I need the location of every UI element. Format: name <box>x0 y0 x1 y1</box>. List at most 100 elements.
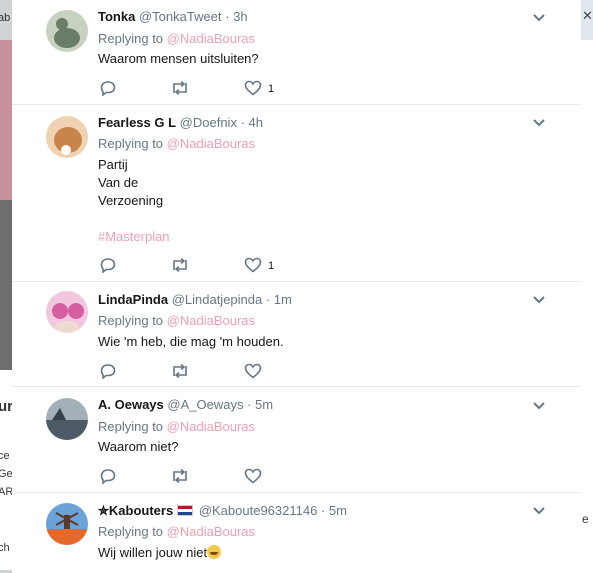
tweet[interactable]: Fearless G L @Doefnix · 4h Replying to @… <box>12 104 581 282</box>
avatar[interactable] <box>46 10 88 52</box>
display-name[interactable]: LindaPinda <box>98 292 168 307</box>
avatar-image <box>46 10 88 52</box>
handle[interactable]: @Doefnix <box>180 115 237 130</box>
mention-link[interactable]: @NadiaBouras <box>167 313 255 328</box>
chevron-down-icon[interactable] <box>532 13 546 23</box>
avatar-image <box>46 291 88 333</box>
tweet-text: Wij willen jouw niet <box>98 543 222 563</box>
replying-to: Replying to @NadiaBouras <box>98 524 255 539</box>
replying-to: Replying to @NadiaBouras <box>98 136 255 151</box>
tweet-header: A. Oeways @A_Oeways · 5m <box>98 397 273 412</box>
avatar-figure <box>46 529 88 545</box>
mention-link[interactable]: @NadiaBouras <box>167 31 255 46</box>
display-name[interactable]: A. Oeways <box>98 397 164 412</box>
background-page-right: ✕ e <box>581 0 593 573</box>
avatar-figure <box>54 28 80 48</box>
retweet-icon[interactable] <box>170 468 190 484</box>
avatar-figure <box>52 303 68 319</box>
tweet-line: Waarom niet? <box>98 439 179 454</box>
retweet-icon[interactable] <box>170 80 190 96</box>
tweet-line: Wie 'm heb, die mag 'm houden. <box>98 334 284 349</box>
avatar[interactable] <box>46 503 88 545</box>
like-count: 1 <box>268 260 275 272</box>
avatar-figure <box>56 18 68 30</box>
handle[interactable]: @TonkaTweet <box>139 9 222 24</box>
flag-icon <box>177 505 194 516</box>
tweet[interactable]: ✮Kabouters @Kaboute96321146 · 5m Replyin… <box>12 492 581 573</box>
retweet-icon[interactable] <box>170 363 190 379</box>
tweet-header: ✮Kabouters @Kaboute96321146 · 5m <box>98 503 347 519</box>
tweet-line: Van de <box>98 175 139 190</box>
avatar-figure <box>55 321 79 333</box>
tweet-line-text: Wij willen jouw niet <box>98 545 208 560</box>
tweet-text: Waarom niet? <box>98 437 178 457</box>
background-text-fragment: AR <box>0 486 12 498</box>
avatar-figure <box>68 303 84 319</box>
timestamp[interactable]: · 5m <box>321 503 347 518</box>
timestamp[interactable]: · 3h <box>225 9 247 24</box>
background-text-fragment: ab <box>0 12 11 24</box>
tweet[interactable]: LindaPinda @Lindatjepinda · 1m Replying … <box>12 281 581 387</box>
background-banner <box>0 40 12 200</box>
mention-link[interactable]: @NadiaBouras <box>167 419 255 434</box>
replying-to-label: Replying to <box>98 419 164 434</box>
replying-to: Replying to @NadiaBouras <box>98 31 255 46</box>
replying-to-label: Replying to <box>98 524 164 539</box>
tweet[interactable]: A. Oeways @A_Oeways · 5m Replying to @Na… <box>12 386 581 493</box>
replying-to: Replying to @NadiaBouras <box>98 419 255 434</box>
tweet-line: Verzoening <box>98 193 164 208</box>
timestamp[interactable]: · 5m <box>247 397 273 412</box>
mention-link[interactable]: @NadiaBouras <box>167 524 255 539</box>
retweet-icon[interactable] <box>170 257 190 273</box>
tweet-line: Partij <box>98 157 128 172</box>
background-page-left: ab ur ce Ge AR ch <box>0 0 12 573</box>
like-count: 1 <box>268 83 275 95</box>
heart-icon[interactable] <box>244 363 262 379</box>
display-name[interactable]: Fearless G L <box>98 115 176 130</box>
background-text-fragment: Ge <box>0 468 12 480</box>
reply-icon[interactable] <box>100 80 116 96</box>
chevron-down-icon[interactable] <box>532 401 546 411</box>
chevron-down-icon[interactable] <box>532 295 546 305</box>
tweet-text: Wie 'm heb, die mag 'm houden. <box>98 332 284 352</box>
heart-icon[interactable] <box>244 80 262 96</box>
handle[interactable]: @Lindatjepinda <box>172 292 263 307</box>
chevron-down-icon[interactable] <box>532 118 546 128</box>
chevron-down-icon[interactable] <box>532 506 546 516</box>
mention-link[interactable]: @NadiaBouras <box>167 136 255 151</box>
background-text-fragment: ch <box>0 542 10 554</box>
avatar-image <box>46 116 88 158</box>
avatar[interactable] <box>46 116 88 158</box>
background-text-fragment: ce <box>0 450 10 462</box>
display-name[interactable]: ✮Kabouters <box>98 503 173 518</box>
tweet-text: Partij Van de Verzoening #Masterplan <box>98 155 170 245</box>
background-text-fragment: e <box>582 512 589 526</box>
replying-to-label: Replying to <box>98 31 164 46</box>
reply-icon[interactable] <box>100 468 116 484</box>
avatar-figure <box>46 420 88 440</box>
handle[interactable]: @Kaboute96321146 <box>199 503 318 518</box>
avatar[interactable] <box>46 291 88 333</box>
reply-icon[interactable] <box>100 363 116 379</box>
tweet-header: Fearless G L @Doefnix · 4h <box>98 115 263 130</box>
tweet[interactable]: Tonka @TonkaTweet · 3h Replying to @Nadi… <box>12 0 581 105</box>
timestamp[interactable]: · 1m <box>266 292 292 307</box>
tweet-header: LindaPinda @Lindatjepinda · 1m <box>98 292 292 307</box>
hashtag-link[interactable]: #Masterplan <box>98 227 170 245</box>
heart-icon[interactable] <box>244 468 262 484</box>
background-photo <box>0 200 12 370</box>
avatar-figure <box>61 145 71 155</box>
background-panel <box>581 40 593 573</box>
reply-icon[interactable] <box>100 257 116 273</box>
avatar-image <box>46 398 88 440</box>
timestamp[interactable]: · 4h <box>241 115 263 130</box>
handle[interactable]: @A_Oeways <box>167 397 243 412</box>
reply-feed: Tonka @TonkaTweet · 3h Replying to @Nadi… <box>12 0 581 573</box>
close-icon[interactable]: ✕ <box>582 8 593 24</box>
tweet-text: Waarom mensen uitsluiten? <box>98 49 259 69</box>
replying-to: Replying to @NadiaBouras <box>98 313 255 328</box>
heart-icon[interactable] <box>244 257 262 273</box>
avatar[interactable] <box>46 398 88 440</box>
display-name[interactable]: Tonka <box>98 9 135 24</box>
